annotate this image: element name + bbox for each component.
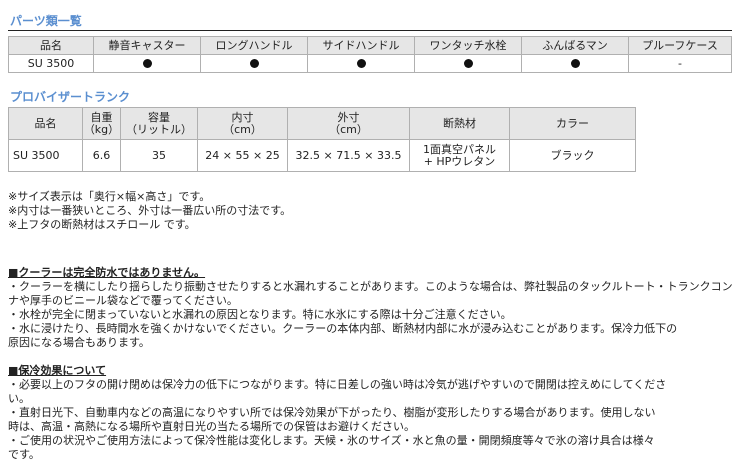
parts-section-title: パーツ類一覧 (10, 14, 82, 28)
parts-cell-faucet (414, 54, 522, 73)
available-dot-icon (570, 59, 580, 68)
parts-header-caster: 静音キャスター (93, 36, 201, 55)
parts-header-long-handle: ロングハンドル (200, 36, 308, 55)
trunk-row-name: SU 3500 (8, 139, 83, 172)
waterproof-line: ナや厚手のビニール袋などで覆ってください。 (8, 294, 238, 307)
available-dot-icon (356, 59, 366, 68)
available-dot-icon (142, 59, 152, 68)
lid-insulation-note: ※上フタの断熱材はスチロール です。 (8, 218, 196, 231)
parts-cell-funbaruman (521, 54, 629, 73)
trunk-header-name: 品名 (8, 107, 83, 140)
trunk-header-capacity: 容量 （リットル） (120, 107, 198, 140)
trunk-header-inner-size: 内寸 （cm） (197, 107, 288, 140)
waterproof-line: ・水に浸けたり、長時間水を強くかけないでください。クーラーの本体内部、断熱材内部… (8, 322, 678, 335)
trunk-header-outer-size: 外寸 （cm） (287, 107, 410, 140)
parts-header-faucet: ワンタッチ水栓 (414, 36, 522, 55)
dimension-note: ※内寸は一番狭いところ、外寸は一番広い所の寸法です。 (8, 204, 292, 217)
insulation-line: です。 (8, 448, 40, 461)
insulation-line: ・直射日光下、自動車内などの高温になりやすい所では保冷効果が下がったり、樹脂が変… (8, 406, 656, 419)
waterproof-heading: ■クーラーは完全防水ではありません。 (8, 266, 206, 279)
insulation-line: い。 (8, 392, 30, 405)
insulation-line: ・ご使用の状況やご使用方法によって保冷性能は変化します。天候・氷のサイズ・水と魚… (8, 434, 655, 447)
parts-header-funbaruman: ふんばるマン (521, 36, 629, 55)
trunk-row-inner-size: 24 × 55 × 25 (197, 139, 288, 172)
parts-table: 品名 静音キャスター ロングハンドル サイドハンドル ワンタッチ水栓 ふんばるマ… (8, 36, 732, 73)
trunk-row-capacity: 35 (120, 139, 198, 172)
parts-title-rule (8, 30, 732, 31)
parts-row-name: SU 3500 (8, 54, 94, 73)
waterproof-caution: ■クーラーは完全防水ではありません。 ・クーラーを横にしたり揺らしたり振動させた… (8, 266, 732, 350)
trunk-header-color: カラー (509, 107, 636, 140)
trunk-header-insulation: 断熱材 (409, 107, 510, 140)
trunk-row-color: ブラック (509, 139, 636, 172)
parts-cell-proof-case: - (628, 54, 732, 73)
parts-header-side-handle: サイドハンドル (307, 36, 415, 55)
size-note: ※サイズ表示は「奥行×幅×高さ」です。 (8, 190, 211, 203)
parts-header-name: 品名 (8, 36, 94, 55)
parts-cell-side-handle (307, 54, 415, 73)
parts-header-proof-case: プルーフケース (628, 36, 732, 55)
parts-cell-caster (93, 54, 201, 73)
trunk-row-insulation: 1面真空パネル + HPウレタン (409, 139, 510, 172)
trunk-section-title: プロバイザートランク (10, 90, 131, 104)
waterproof-line: 原因になる場合もあります。 (8, 336, 150, 349)
parts-row-su3500: SU 3500 - (8, 54, 732, 73)
trunk-row-weight: 6.6 (82, 139, 121, 172)
trunk-header-weight: 自重 （kg） (82, 107, 121, 140)
insulation-info: ■保冷効果について ・必要以上のフタの開け閉めは保冷力の低下につながります。特に… (8, 364, 732, 462)
available-dot-icon (249, 59, 259, 68)
insulation-line: ・必要以上のフタの開け閉めは保冷力の低下につながります。特に日差しの強い時は冷気… (8, 378, 667, 391)
waterproof-line: ・クーラーを横にしたり揺らしたり振動させたりすると水漏れすることがあります。この… (8, 280, 732, 293)
trunk-header-row: 品名 自重 （kg） 容量 （リットル） 内寸 （cm） 外寸 （cm） 断熱材 カラー (8, 107, 636, 140)
insulation-heading: ■保冷効果について (8, 364, 107, 377)
available-dot-icon (463, 59, 473, 68)
trunk-table: 品名 自重 （kg） 容量 （リットル） 内寸 （cm） 外寸 （cm） 断熱材 カラー… (8, 107, 636, 172)
trunk-row-outer-size: 32.5 × 71.5 × 33.5 (287, 139, 410, 172)
trunk-row-su3500: SU 3500 6.6 35 24 × 55 × 25 32.5 × 71.5 … (8, 139, 636, 172)
waterproof-line: ・水栓が完全に閉まっていないと水漏れの原因となります。特に水氷にする際は十分ご注… (8, 308, 512, 321)
parts-header-row: 品名 静音キャスター ロングハンドル サイドハンドル ワンタッチ水栓 ふんばるマ… (8, 36, 732, 55)
insulation-line: 時は、高温・高熱になる場所や直射日光の当たる場所での保管はお避けください。 (8, 420, 415, 433)
parts-cell-long-handle (200, 54, 308, 73)
